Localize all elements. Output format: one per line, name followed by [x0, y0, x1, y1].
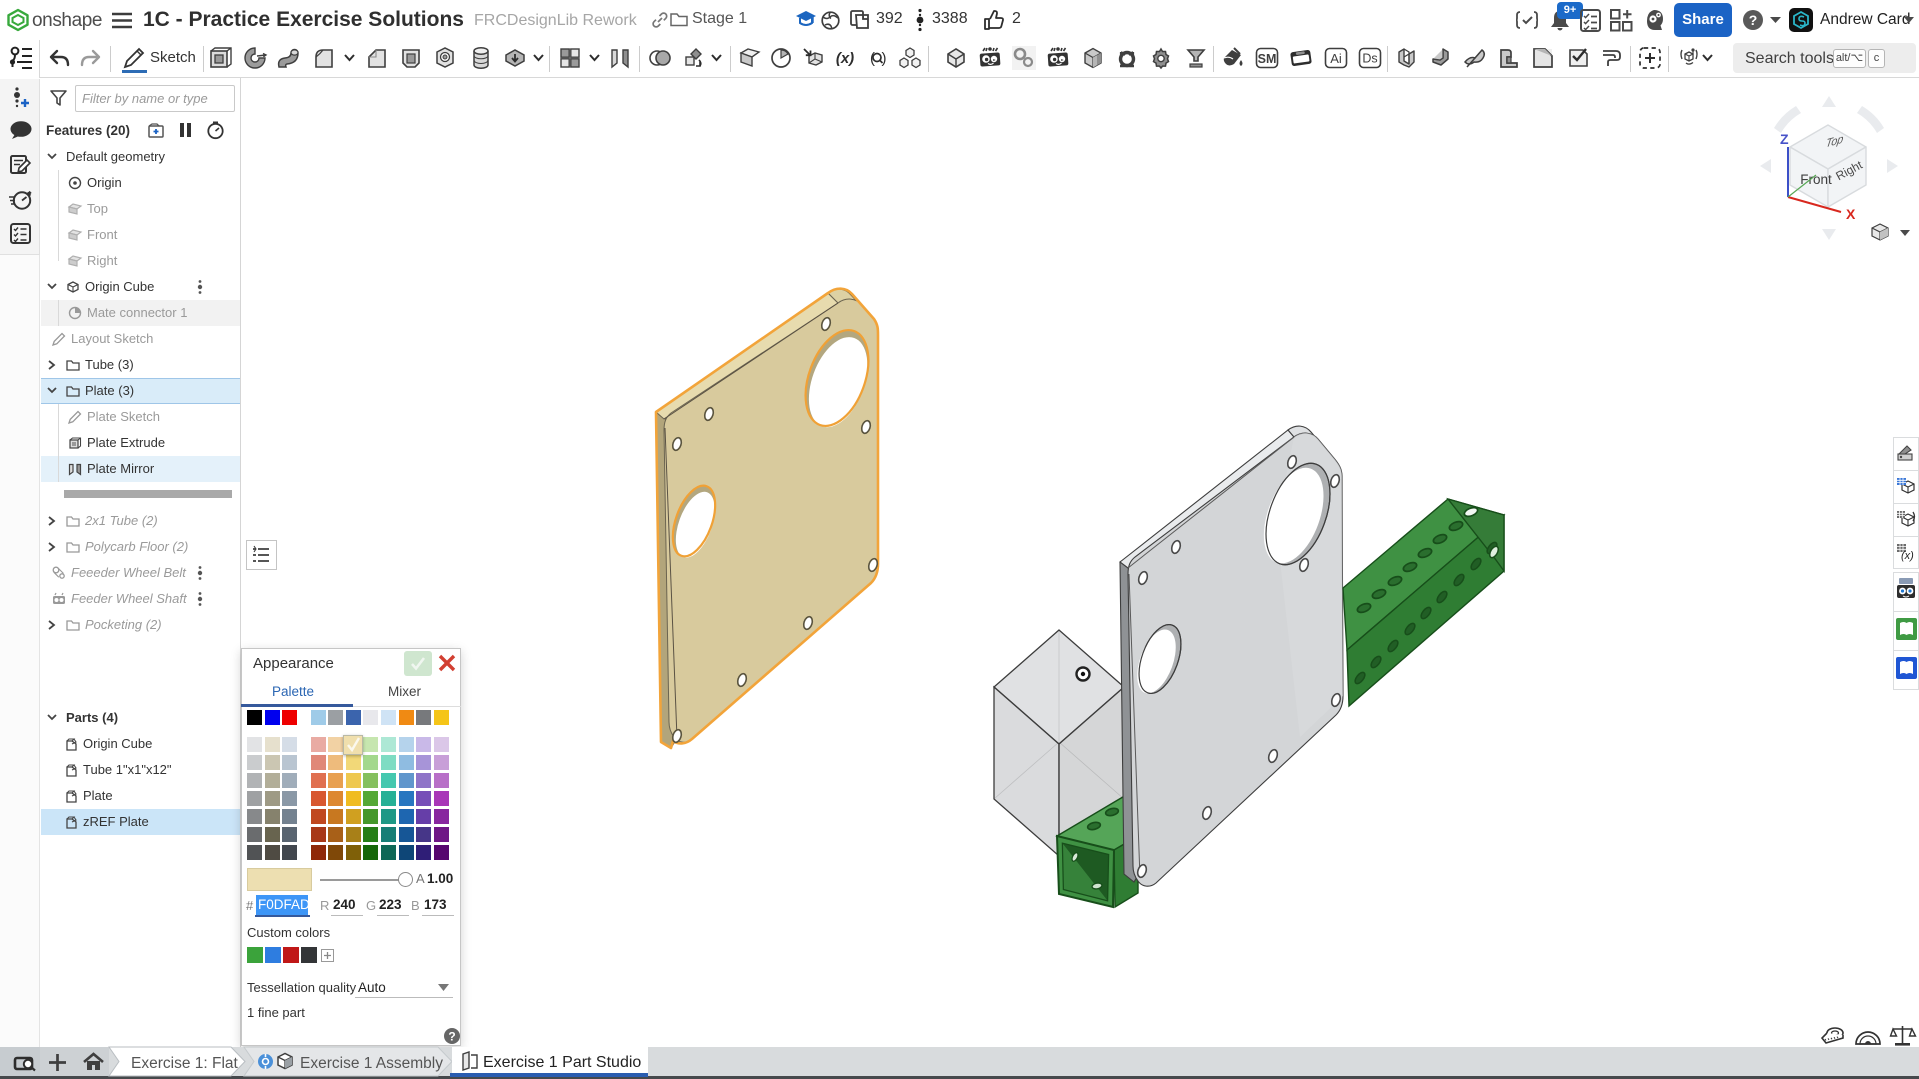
- svg-text:X: X: [1846, 206, 1856, 222]
- svg-text:): ): [882, 50, 887, 67]
- svg-text:Ds: Ds: [1362, 52, 1377, 66]
- svg-text:?: ?: [448, 1030, 455, 1044]
- svg-text:(x): (x): [1901, 550, 1914, 562]
- svg-text:Front: Front: [1800, 172, 1832, 187]
- svg-text:?: ?: [1749, 12, 1758, 28]
- svg-text:SM: SM: [1258, 52, 1277, 66]
- svg-text:(x): (x): [836, 50, 854, 67]
- svg-text:Ai: Ai: [1330, 51, 1342, 66]
- svg-text:Z: Z: [1780, 131, 1789, 147]
